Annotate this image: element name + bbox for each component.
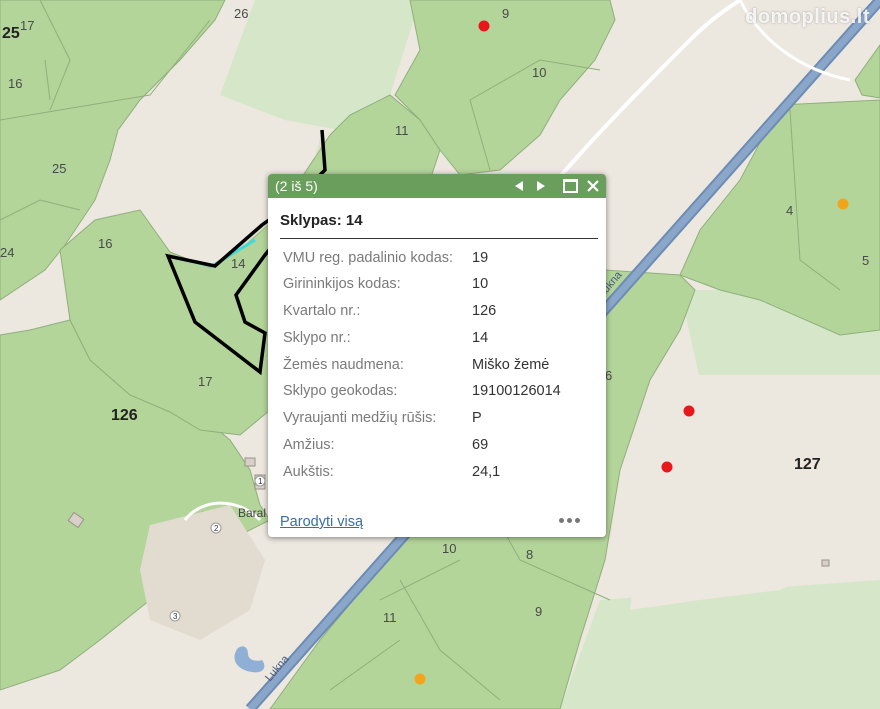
attribute-label: Vyraujanti medžių rūšis: xyxy=(283,410,437,426)
previous-icon xyxy=(515,181,523,191)
parcel-label: 9 xyxy=(535,604,542,619)
attribute-row: Kvartalo nr.: 126 xyxy=(283,303,598,323)
quarter-label: 126 xyxy=(111,407,138,424)
close-button[interactable] xyxy=(583,174,603,198)
building-number: 3 xyxy=(173,612,178,621)
attribute-row: VMU reg. padalinio kodas: 19 xyxy=(283,250,598,270)
attribute-row: Žemės naudmena: Miško žemė xyxy=(283,357,598,377)
title-divider xyxy=(280,238,598,239)
marker-orange[interactable] xyxy=(837,198,849,210)
attribute-label: Žemės naudmena: xyxy=(283,357,404,373)
attribute-label: Sklypo geokodas: xyxy=(283,383,398,399)
marker-red[interactable] xyxy=(478,20,490,32)
more-actions-button[interactable] xyxy=(559,510,583,528)
marker-red[interactable] xyxy=(661,461,673,473)
building-number: 1 xyxy=(258,477,263,486)
parcel-label: 10 xyxy=(532,65,546,80)
attribute-value: Miško žemė xyxy=(472,357,550,373)
parcel-label: 17 xyxy=(198,374,212,389)
attribute-value: 19 xyxy=(472,250,489,266)
attribute-value: P xyxy=(472,410,482,426)
watermark: domoplius.lt xyxy=(745,6,870,28)
parcel-label: 11 xyxy=(395,123,409,138)
attribute-value: 19100126014 xyxy=(472,383,561,399)
attribute-row: Vyraujanti medžių rūšis: P xyxy=(283,410,598,430)
parcel-label: 9 xyxy=(502,6,509,21)
parcel-label: 16 xyxy=(8,76,22,91)
marker-red[interactable] xyxy=(683,405,695,417)
parcel-label: 11 xyxy=(383,610,397,625)
parcel-label: 17 xyxy=(20,18,34,33)
parcel-label: 24 xyxy=(0,245,14,260)
building xyxy=(244,457,256,467)
maximize-icon xyxy=(562,179,578,193)
parcel-label: 26 xyxy=(234,6,248,21)
next-feature-button[interactable] xyxy=(531,174,551,198)
attribute-row: Aukštis: 24,1 xyxy=(283,464,598,484)
attribute-label: Aukštis: xyxy=(283,464,334,480)
parcel-label: 14 xyxy=(231,256,245,271)
parcel-label: 16 xyxy=(98,236,112,251)
parcel-label: 4 xyxy=(786,203,793,218)
show-all-link[interactable]: Parodyti visą xyxy=(280,514,363,530)
previous-feature-button[interactable] xyxy=(509,174,529,198)
attribute-row: Girininkijos kodas: 10 xyxy=(283,276,598,296)
attribute-row: Amžius: 69 xyxy=(283,437,598,457)
parcel-label: 10 xyxy=(442,541,456,556)
attribute-label: Kvartalo nr.: xyxy=(283,303,361,319)
popup-header: (2 iš 5) xyxy=(268,174,606,198)
popup-title: Sklypas: 14 xyxy=(280,212,363,229)
building xyxy=(821,559,830,567)
quarter-label: 127 xyxy=(794,456,821,473)
attribute-label: Girininkijos kodas: xyxy=(283,276,401,292)
attribute-row: Sklypo geokodas: 19100126014 xyxy=(283,383,598,403)
attribute-value: 14 xyxy=(472,330,489,346)
attribute-label: Sklypo nr.: xyxy=(283,330,351,346)
building-number: 2 xyxy=(214,524,219,533)
attribute-row: Sklypo nr.: 14 xyxy=(283,330,598,350)
maximize-button[interactable] xyxy=(560,174,580,198)
quarter-label: 25 xyxy=(2,25,20,42)
close-icon xyxy=(587,180,599,192)
attribute-value: 69 xyxy=(472,437,489,453)
parcel-label: 5 xyxy=(862,253,869,268)
parcel-label: 6 xyxy=(605,368,612,383)
place-label: Baral xyxy=(238,506,266,520)
attribute-label: VMU reg. padalinio kodas: xyxy=(283,250,454,266)
parcel-label: 8 xyxy=(526,547,533,562)
marker-orange[interactable] xyxy=(414,673,426,685)
attribute-value: 126 xyxy=(472,303,497,319)
attribute-value: 10 xyxy=(472,276,489,292)
attribute-value: 24,1 xyxy=(472,464,501,480)
attribute-label: Amžius: xyxy=(283,437,335,453)
parcel-info-popup: (2 iš 5) Sklypas: 14 VMU reg. padalinio … xyxy=(268,174,606,537)
parcel-label: 25 xyxy=(52,161,66,176)
feature-counter: (2 iš 5) xyxy=(275,178,318,194)
next-icon xyxy=(537,181,545,191)
